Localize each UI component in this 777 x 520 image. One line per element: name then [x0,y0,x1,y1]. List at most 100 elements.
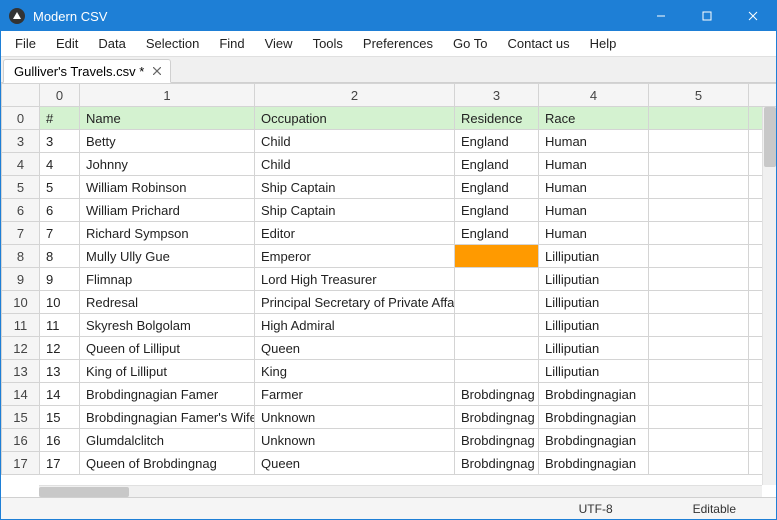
cell[interactable]: Editor [255,222,455,245]
cell[interactable] [649,130,749,153]
cell[interactable]: Lilliputian [539,291,649,314]
title-bar[interactable]: Modern CSV [1,1,776,31]
cell[interactable]: Queen [255,452,455,475]
cell[interactable]: Lilliputian [539,245,649,268]
cell[interactable]: 3 [40,130,80,153]
cell[interactable]: Brobdingnagian [539,429,649,452]
cell[interactable]: 4 [40,153,80,176]
cell[interactable]: # [40,107,80,130]
cell[interactable]: Brobdingnagian [539,383,649,406]
cell[interactable]: Brobdingnagian [539,406,649,429]
cell[interactable]: Skyresh Bolgolam [80,314,255,337]
table-row[interactable]: 1515Brobdingnagian Famer's WifeUnknownBr… [2,406,777,429]
cell[interactable] [649,222,749,245]
cell[interactable] [649,314,749,337]
cell[interactable]: Betty [80,130,255,153]
menu-file[interactable]: File [5,33,46,54]
cell[interactable]: Emperor [255,245,455,268]
cell[interactable]: Child [255,130,455,153]
cell[interactable]: England [455,199,539,222]
cell[interactable]: Human [539,199,649,222]
maximize-button[interactable] [684,1,730,31]
cell[interactable]: Lilliputian [539,337,649,360]
cell[interactable]: 11 [40,314,80,337]
cell[interactable] [649,429,749,452]
cell[interactable] [649,360,749,383]
vertical-scroll-thumb[interactable] [764,107,776,167]
cell[interactable]: Unknown [255,429,455,452]
menu-data[interactable]: Data [88,33,135,54]
cell[interactable]: 8 [40,245,80,268]
cell[interactable]: 13 [40,360,80,383]
minimize-button[interactable] [638,1,684,31]
cell[interactable] [649,199,749,222]
close-icon[interactable] [150,64,164,78]
cell[interactable]: Lilliputian [539,314,649,337]
status-encoding[interactable]: UTF-8 [539,502,653,516]
cell[interactable]: Human [539,153,649,176]
cell[interactable]: Occupation [255,107,455,130]
cell[interactable]: Queen [255,337,455,360]
table-row[interactable]: 99FlimnapLord High TreasurerLilliputian [2,268,777,291]
menu-preferences[interactable]: Preferences [353,33,443,54]
cell[interactable] [649,452,749,475]
data-grid[interactable]: 0 1 2 3 4 5 0#NameOccupationResidenceRac… [1,83,776,475]
table-row[interactable]: 1717Queen of BrobdingnagQueenBrobdingnag… [2,452,777,475]
row-header[interactable]: 9 [2,268,40,291]
cell[interactable]: Farmer [255,383,455,406]
cell[interactable]: Human [539,222,649,245]
row-header[interactable]: 10 [2,291,40,314]
cell[interactable]: Flimnap [80,268,255,291]
menu-tools[interactable]: Tools [303,33,353,54]
file-tab[interactable]: Gulliver's Travels.csv * [3,59,171,83]
row-header[interactable]: 7 [2,222,40,245]
cell[interactable]: Name [80,107,255,130]
cell[interactable] [649,153,749,176]
close-button[interactable] [730,1,776,31]
cell[interactable] [455,337,539,360]
table-row[interactable]: 88Mully Ully GueEmperorLilliputian [2,245,777,268]
row-header[interactable]: 6 [2,199,40,222]
row-header[interactable]: 14 [2,383,40,406]
menu-view[interactable]: View [255,33,303,54]
cell[interactable] [455,360,539,383]
cell[interactable]: 9 [40,268,80,291]
col-header-4[interactable]: 4 [539,84,649,107]
cell[interactable]: Residence [455,107,539,130]
cell[interactable] [649,383,749,406]
cell[interactable]: England [455,130,539,153]
cell[interactable]: 6 [40,199,80,222]
cell[interactable]: 7 [40,222,80,245]
cell[interactable] [455,291,539,314]
cell[interactable]: 10 [40,291,80,314]
table-row[interactable]: 55William RobinsonShip CaptainEnglandHum… [2,176,777,199]
cell[interactable] [649,291,749,314]
menu-edit[interactable]: Edit [46,33,88,54]
row-header[interactable]: 0 [2,107,40,130]
col-header-1[interactable]: 1 [80,84,255,107]
cell[interactable]: England [455,153,539,176]
row-header[interactable]: 13 [2,360,40,383]
cell[interactable]: 12 [40,337,80,360]
col-header-2[interactable]: 2 [255,84,455,107]
cell[interactable]: 5 [40,176,80,199]
spreadsheet-area[interactable]: 0 1 2 3 4 5 0#NameOccupationResidenceRac… [1,83,776,497]
table-row[interactable]: 1010RedresalPrincipal Secretary of Priva… [2,291,777,314]
row-header[interactable]: 4 [2,153,40,176]
cell[interactable]: Human [539,130,649,153]
col-header-6[interactable] [749,84,777,107]
cell[interactable] [649,406,749,429]
cell[interactable]: Queen of Brobdingnag [80,452,255,475]
cell[interactable]: William Robinson [80,176,255,199]
cell[interactable]: Race [539,107,649,130]
cell[interactable] [455,245,539,268]
cell[interactable]: Principal Secretary of Private Affairs [255,291,455,314]
table-header-row[interactable]: 0#NameOccupationResidenceRace [2,107,777,130]
cell[interactable]: Brobdingnag [455,383,539,406]
menu-selection[interactable]: Selection [136,33,209,54]
cell[interactable]: William Prichard [80,199,255,222]
cell[interactable]: Brobdingnagian [539,452,649,475]
cell[interactable]: Queen of Lilliput [80,337,255,360]
vertical-scrollbar[interactable] [762,107,776,485]
cell[interactable]: Mully Ully Gue [80,245,255,268]
